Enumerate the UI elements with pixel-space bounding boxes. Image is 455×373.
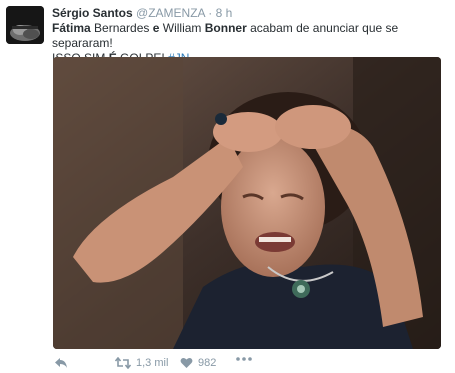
reply-button[interactable]	[54, 357, 68, 369]
tweet-actions: 1,3 mil 982	[52, 357, 352, 371]
tweet-photo[interactable]	[53, 57, 441, 349]
more-button[interactable]	[236, 357, 252, 361]
text-segment: William	[159, 21, 205, 35]
avatar[interactable]	[6, 6, 44, 44]
user-handle[interactable]: @ZAMENZA	[136, 6, 205, 20]
like-count: 982	[198, 357, 217, 369]
reply-icon	[55, 358, 67, 368]
separator: ·	[208, 6, 213, 20]
retweet-count: 1,3 mil	[136, 357, 169, 369]
text-bold-fatima: Fátima	[52, 21, 91, 35]
text-segment: Bernardes	[90, 21, 153, 35]
timestamp[interactable]: 8 h	[216, 6, 233, 20]
tweet-card: Sérgio Santos @ZAMENZA · 8 h Fátima Bern…	[0, 0, 455, 373]
like-button[interactable]: 982	[180, 357, 216, 369]
heart-icon	[180, 357, 193, 368]
text-bold-bonner: Bonner	[204, 21, 247, 35]
display-name[interactable]: Sérgio Santos	[52, 6, 133, 20]
retweet-button[interactable]: 1,3 mil	[115, 357, 168, 369]
tweet-header: Sérgio Santos @ZAMENZA · 8 h	[52, 6, 447, 21]
retweet-icon	[115, 357, 131, 369]
avatar-image	[6, 6, 44, 44]
photo-crying-woman	[53, 57, 441, 349]
more-dots-icon	[236, 357, 252, 361]
